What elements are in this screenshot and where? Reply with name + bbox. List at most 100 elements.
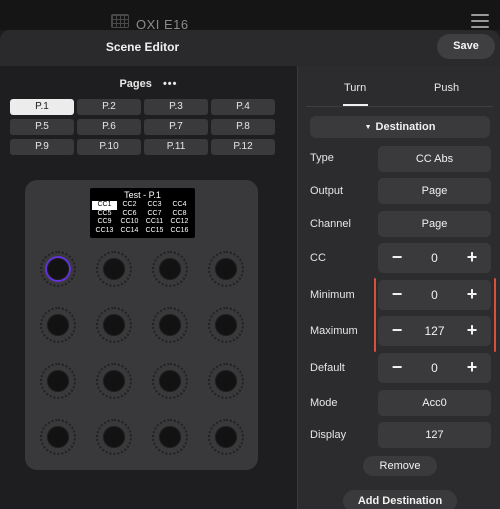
encoder-knob[interactable] [152, 251, 188, 287]
cc-value: 0 [431, 251, 438, 265]
page-button[interactable]: P.3 [144, 99, 208, 115]
remove-button[interactable]: Remove [363, 456, 437, 476]
cc-increment-button[interactable]: + [457, 243, 487, 273]
tab-turn[interactable]: Turn [344, 82, 366, 94]
mode-select[interactable]: Acc0 [378, 390, 491, 416]
page-button[interactable]: P.11 [144, 139, 208, 155]
maximum-increment-button[interactable]: + [457, 316, 487, 346]
range-indicator-left [374, 278, 376, 352]
encoder-knob[interactable] [40, 307, 76, 343]
device-grid-icon [111, 14, 129, 28]
page-button[interactable]: P.2 [77, 99, 141, 115]
encoder-knob[interactable] [40, 251, 76, 287]
encoder-knob[interactable] [40, 363, 76, 399]
cc-label: CC13 [95, 226, 114, 234]
cc-label: CC3 [147, 201, 162, 208]
page-button[interactable]: P.1 [10, 99, 74, 115]
page-button[interactable]: P.6 [77, 119, 141, 135]
cc-label: CC6 [122, 209, 137, 217]
cc-label: CC12 [170, 218, 189, 225]
page-button[interactable]: P.8 [211, 119, 275, 135]
knob-cap [159, 426, 181, 448]
knob-cap [47, 258, 69, 280]
encoder-knob[interactable] [40, 419, 76, 455]
maximum-label: Maximum [310, 325, 358, 337]
encoder-knob[interactable] [96, 419, 132, 455]
mode-label: Mode [310, 397, 338, 409]
save-button[interactable]: Save [437, 34, 495, 59]
default-increment-button[interactable]: + [457, 353, 487, 383]
page-button[interactable]: P.4 [211, 99, 275, 115]
page-button[interactable]: P.12 [211, 139, 275, 155]
encoder-knob[interactable] [96, 307, 132, 343]
knob-cap [159, 370, 181, 392]
knob-cap [103, 314, 125, 336]
default-value: 0 [431, 361, 438, 375]
menu-icon[interactable] [471, 14, 489, 28]
pages-label: Pages [119, 78, 152, 90]
minimum-increment-button[interactable]: + [457, 280, 487, 310]
cc-label: CC10 [120, 218, 139, 225]
knob-cap [215, 258, 237, 280]
page-button[interactable]: P.7 [144, 119, 208, 135]
page-selector: P.1 P.2 P.3 P.4 P.5 P.6 P.7 P.8 P.9 P.10 P.11 P.12 [10, 99, 275, 155]
channel-label: Channel [310, 218, 351, 230]
knob-cap [215, 370, 237, 392]
more-options-icon[interactable]: ••• [163, 78, 178, 90]
encoder-knob[interactable] [208, 363, 244, 399]
minimum-label: Minimum [310, 289, 355, 301]
display-select[interactable]: 127 [378, 422, 491, 448]
encoder-knob[interactable] [208, 419, 244, 455]
device-name: OXI E16 [136, 17, 189, 30]
encoder-knob[interactable] [208, 251, 244, 287]
knob-cap [215, 314, 237, 336]
default-stepper: − 0 + [378, 353, 491, 383]
cc-label: CC1 [92, 201, 117, 210]
cc-label: CC2 [122, 201, 137, 208]
encoder-knob[interactable] [96, 251, 132, 287]
cc-stepper: − 0 + [378, 243, 491, 273]
encoder-knob[interactable] [152, 307, 188, 343]
encoder-knob[interactable] [96, 363, 132, 399]
page-title: Scene Editor [105, 40, 180, 54]
cc-label: CC [310, 252, 326, 264]
page-button[interactable]: P.10 [77, 139, 141, 155]
knob-cap [47, 370, 69, 392]
pages-panel: Pages ••• P.1 P.2 P.3 P.4 P.5 P.6 P.7 P.8 P.9 P.1… [0, 66, 297, 509]
encoder-knob[interactable] [152, 419, 188, 455]
destination-header[interactable]: ▼ Destination [310, 116, 490, 138]
maximum-value: 127 [424, 324, 445, 338]
default-label: Default [310, 362, 345, 374]
channel-select[interactable]: Page [378, 211, 491, 237]
controller-preview: Test - P.1 CC1 CC2 CC3 CC4 CC5 CC6 CC7 CC8 CC9 CC… [25, 180, 258, 470]
cc-label: CC16 [170, 226, 189, 234]
tab-push[interactable]: Push [434, 82, 459, 94]
type-label: Type [310, 152, 334, 164]
destination-title: Destination [375, 121, 436, 133]
maximum-stepper: − 127 + [378, 316, 491, 346]
cc-label: CC9 [97, 218, 112, 225]
controller-screen: Test - P.1 CC1 CC2 CC3 CC4 CC5 CC6 CC7 CC8 CC9 CC… [90, 188, 195, 238]
output-label: Output [310, 185, 344, 197]
encoder-knob[interactable] [208, 307, 244, 343]
knob-cap [103, 426, 125, 448]
page-button[interactable]: P.9 [10, 139, 74, 155]
knob-cap [103, 258, 125, 280]
output-select[interactable]: Page [378, 178, 491, 204]
knob-cap [47, 314, 69, 336]
knob-cap [215, 426, 237, 448]
knob-cap [103, 370, 125, 392]
knob-cap [159, 258, 181, 280]
tab-divider [306, 106, 493, 107]
type-select[interactable]: CC Abs [378, 146, 491, 172]
cc-label: CC4 [172, 201, 187, 208]
page-button[interactable]: P.5 [10, 119, 74, 135]
knob-cap [47, 426, 69, 448]
encoder-knob[interactable] [152, 363, 188, 399]
cc-label: CC11 [145, 218, 164, 225]
add-destination-button[interactable]: Add Destination [343, 490, 457, 509]
cc-label: CC8 [172, 209, 187, 217]
caret-down-icon: ▼ [364, 124, 372, 131]
screen-title: Test - P.1 [124, 190, 161, 200]
range-indicator-right [494, 278, 496, 352]
